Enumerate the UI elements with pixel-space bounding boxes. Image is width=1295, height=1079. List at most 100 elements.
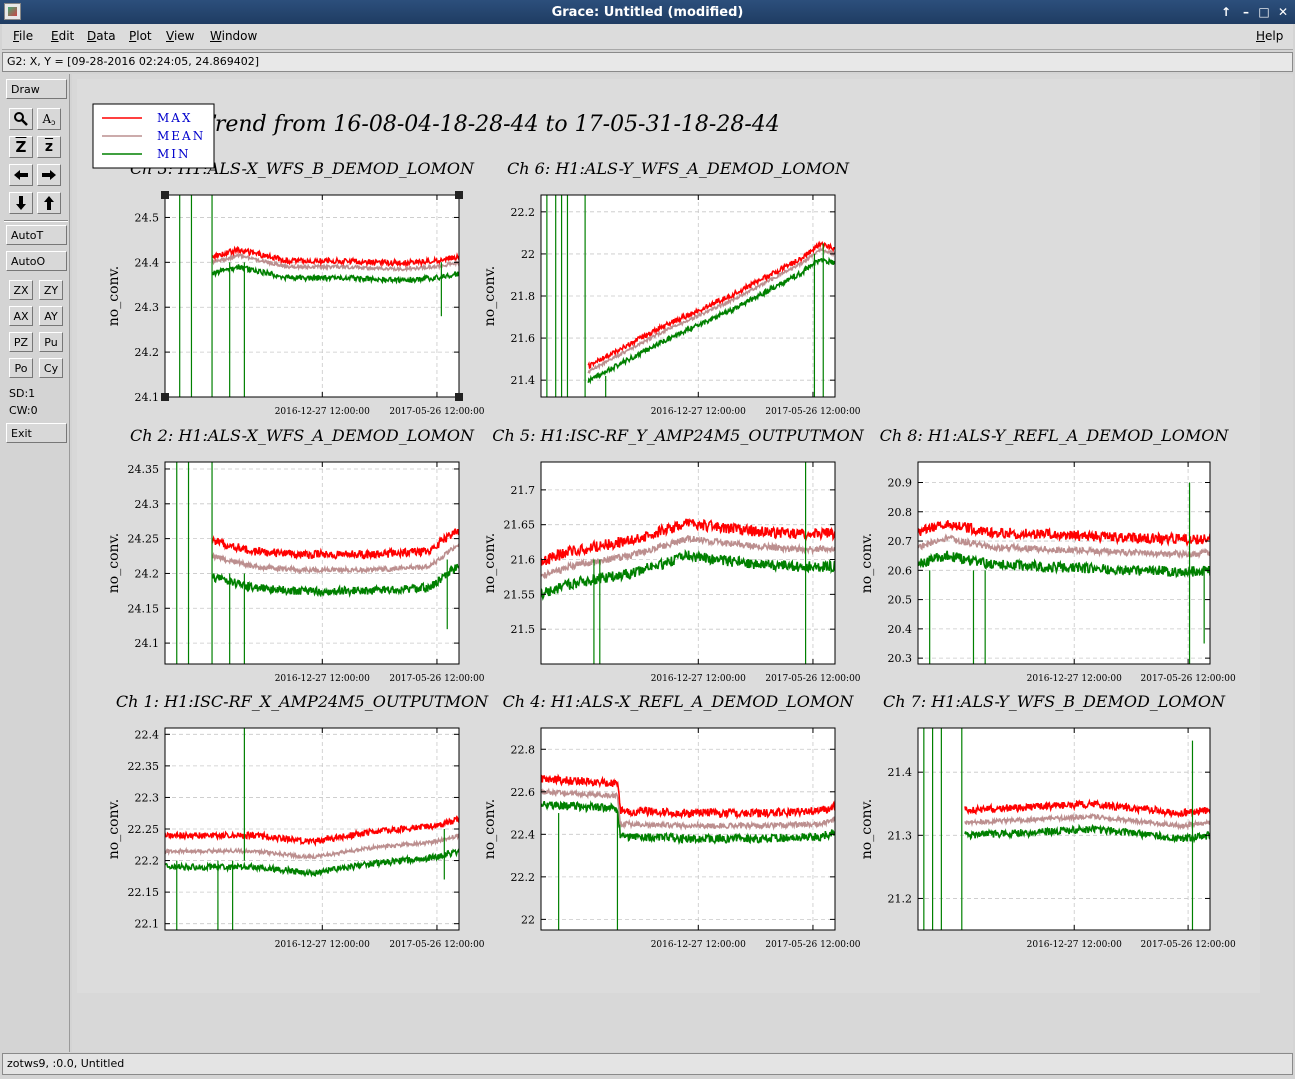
panel-title: Ch 7: H1:ALS-Y_WFS_B_DEMOD_LOMON — [883, 692, 1226, 711]
x-tick-label: 2016-12-27 12:00:00 — [1027, 940, 1122, 950]
y-tick-label: 22.2 — [511, 206, 536, 219]
y-tick-label: 24.35 — [128, 463, 160, 476]
x-tick-label: 2016-12-27 12:00:00 — [275, 407, 370, 417]
canvas-area[interactable]: Trend from 16-08-04-18-28-44 to 17-05-31… — [72, 74, 1293, 1052]
pu-button[interactable]: Pu — [39, 332, 63, 352]
x-tick-label: 2016-12-27 12:00:00 — [651, 407, 746, 417]
y-tick-label: 20.9 — [888, 476, 913, 489]
legend-label-max: MAX — [157, 111, 193, 125]
y-tick-label: 21.65 — [504, 519, 536, 532]
zy-button[interactable]: ZY — [39, 280, 63, 300]
zoom-out-icon[interactable]: z — [37, 136, 61, 158]
menu-file[interactable]: File — [13, 29, 33, 43]
y-tick-label: 21.55 — [504, 588, 536, 601]
window-close-icon[interactable]: ✕ — [1275, 4, 1291, 20]
selection-handle[interactable] — [161, 393, 169, 401]
autoo-button[interactable]: AutoO — [6, 251, 67, 271]
y-axis-label: no_conv. — [106, 533, 122, 593]
y-tick-label: 21.7 — [511, 484, 536, 497]
window-minimize-icon[interactable]: – — [1238, 4, 1254, 20]
menu-window[interactable]: Window — [210, 29, 257, 43]
draw-button[interactable]: Draw — [6, 79, 67, 99]
y-tick-label: 24.3 — [135, 498, 160, 511]
y-axis-label: no_conv. — [859, 799, 875, 859]
autoscale-icon[interactable]: Aↄ — [37, 108, 61, 130]
x-tick-label: 2016-12-27 12:00:00 — [651, 940, 746, 950]
y-tick-label: 22.2 — [511, 871, 536, 884]
cy-button[interactable]: Cy — [39, 358, 63, 378]
y-tick-label: 22.15 — [128, 886, 160, 899]
y-axis-label: no_conv. — [482, 533, 498, 593]
autot-button[interactable]: AutoT — [6, 225, 67, 245]
panel-title: Ch 2: H1:ALS-X_WFS_A_DEMOD_LOMON — [130, 426, 475, 445]
locator-text: G2: X, Y = [09-28-2016 02:24:05, 24.8694… — [7, 55, 260, 68]
y-tick-label: 22.4 — [511, 828, 536, 841]
y-tick-label: 20.5 — [888, 594, 913, 607]
y-tick-label: 22.3 — [135, 791, 160, 804]
arrow-up-icon[interactable] — [37, 192, 61, 214]
toolbar-divider — [4, 220, 68, 222]
y-tick-label: 21.6 — [511, 332, 536, 345]
legend-label-min: MIN — [157, 147, 191, 161]
magnifier-icon — [14, 112, 28, 126]
y-tick-label: 21.3 — [888, 829, 913, 842]
menu-data[interactable]: Data — [87, 29, 116, 43]
x-tick-label: 2017-05-26 12:00:00 — [1141, 674, 1236, 684]
y-tick-label: 24.15 — [128, 602, 160, 615]
menu-plot[interactable]: Plot — [129, 29, 152, 43]
y-tick-label: 21.8 — [511, 290, 536, 303]
y-tick-label: 22.1 — [135, 918, 160, 931]
x-tick-label: 2016-12-27 12:00:00 — [1027, 674, 1122, 684]
y-tick-label: 22 — [521, 913, 535, 926]
zoom-icon[interactable] — [9, 108, 33, 130]
y-axis-label: no_conv. — [482, 799, 498, 859]
zx-button[interactable]: ZX — [9, 280, 33, 300]
y-tick-label: 24.5 — [135, 211, 160, 224]
y-axis-label: no_conv. — [859, 533, 875, 593]
po-button[interactable]: Po — [9, 358, 33, 378]
panel-title: Ch 4: H1:ALS-X_REFL_A_DEMOD_LOMON — [503, 692, 855, 711]
menu-bar: File Edit Data Plot View Window Help — [2, 24, 1293, 50]
selection-handle[interactable] — [455, 393, 463, 401]
arrow-left-icon[interactable] — [9, 164, 33, 186]
menu-edit[interactable]: Edit — [51, 29, 74, 43]
y-tick-label: 24.25 — [128, 533, 160, 546]
y-tick-label: 20.3 — [888, 652, 913, 665]
window-raise-icon[interactable]: ↑ — [1218, 4, 1234, 20]
x-tick-label: 2016-12-27 12:00:00 — [275, 940, 370, 950]
panel-title: Ch 5: H1:ISC-RF_Y_AMP24M5_OUTPUTMON — [492, 426, 864, 445]
plot-canvas[interactable]: Trend from 16-08-04-18-28-44 to 17-05-31… — [72, 74, 1293, 1052]
menu-view[interactable]: View — [166, 29, 194, 43]
selection-handle[interactable] — [161, 191, 169, 199]
legend[interactable]: MAX MEAN MIN — [92, 103, 215, 169]
y-tick-label: 22.25 — [128, 823, 160, 836]
window-maximize-icon[interactable]: □ — [1256, 4, 1272, 20]
plot-frame-fill — [541, 728, 835, 930]
status-text: zotws9, :0.0, Untitled — [7, 1057, 125, 1070]
title-bar: Grace: Untitled (modified) ↑ – □ ✕ — [0, 0, 1295, 24]
zoom-in-icon[interactable]: Z — [9, 136, 33, 158]
exit-button[interactable]: Exit — [6, 423, 67, 443]
selection-handle[interactable] — [455, 191, 463, 199]
x-tick-label: 2016-12-27 12:00:00 — [651, 674, 746, 684]
pz-button[interactable]: PZ — [9, 332, 33, 352]
y-tick-label: 21.6 — [511, 554, 536, 567]
y-tick-label: 22.2 — [135, 855, 160, 868]
app-icon[interactable] — [4, 3, 21, 20]
status-bar: zotws9, :0.0, Untitled — [2, 1053, 1293, 1075]
y-tick-label: 22.6 — [511, 786, 536, 799]
arrow-right-icon[interactable] — [37, 164, 61, 186]
window-title: Grace: Untitled (modified) — [551, 4, 744, 20]
plot-frame-fill — [165, 195, 459, 397]
cw-indicator: CW:0 — [9, 404, 38, 417]
y-tick-label: 24.4 — [135, 256, 160, 269]
ax-button[interactable]: AX — [9, 306, 33, 326]
ay-button[interactable]: AY — [39, 306, 63, 326]
y-tick-label: 24.3 — [135, 301, 160, 314]
y-axis-label: no_conv. — [482, 266, 498, 326]
menu-help[interactable]: Help — [1256, 29, 1283, 43]
left-toolbar: Draw Aↄ Z z AutoT AutoO ZX ZY AX AY PZ P… — [2, 74, 70, 1052]
y-tick-label: 22.35 — [128, 760, 160, 773]
x-tick-label: 2016-12-27 12:00:00 — [275, 674, 370, 684]
arrow-down-icon[interactable] — [9, 192, 33, 214]
